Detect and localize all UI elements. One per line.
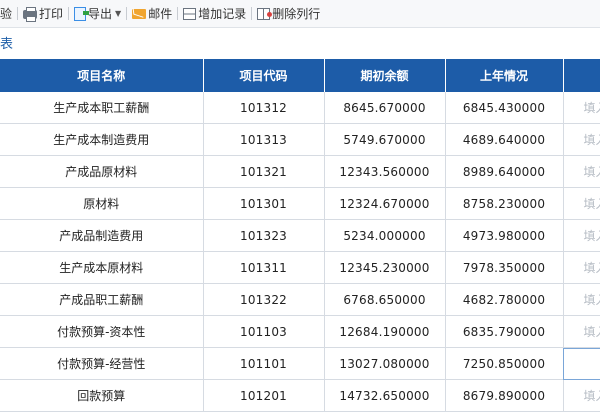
- export-button[interactable]: 导出 ▼: [74, 0, 121, 27]
- cell-opening-balance[interactable]: 5234.000000: [324, 219, 446, 252]
- mail-button[interactable]: 邮件: [132, 0, 172, 27]
- delete-column-label: 删除列行: [272, 7, 321, 21]
- header-extra[interactable]: [563, 59, 600, 92]
- section-title: 表: [0, 37, 14, 52]
- table-row[interactable]: 回款预算 101201 14732.650000 8679.890000 填入: [0, 379, 600, 412]
- cell-item-code[interactable]: 101323: [203, 219, 325, 252]
- cell-fill-input[interactable]: 填入: [563, 219, 600, 252]
- cell-last-year[interactable]: 4682.780000: [445, 283, 564, 316]
- table-row[interactable]: 产成品职工薪酬 101322 6768.650000 4682.780000 填…: [0, 283, 600, 316]
- data-table: 项目名称 项目代码 期初余额 上年情况 生产成本职工薪酬 101312 8645…: [0, 59, 600, 412]
- cell-fill-input[interactable]: 填入: [563, 283, 600, 316]
- toolbar-divider: [17, 7, 19, 20]
- cell-last-year[interactable]: 4973.980000: [445, 219, 564, 252]
- cell-item-name[interactable]: 原材料: [0, 187, 204, 220]
- cell-item-code[interactable]: 101311: [203, 251, 325, 284]
- cell-item-name[interactable]: 产成品原材料: [0, 155, 204, 188]
- cell-item-code[interactable]: 101201: [203, 379, 325, 412]
- header-item-name[interactable]: 项目名称: [0, 59, 204, 92]
- cell-item-code[interactable]: 101322: [203, 283, 325, 316]
- cell-item-code[interactable]: 101101: [203, 347, 325, 380]
- toolbar-divider: [68, 7, 70, 20]
- cell-last-year[interactable]: 4689.640000: [445, 123, 564, 156]
- add-record-label: 增加记录: [198, 7, 247, 21]
- check-label: 验: [0, 7, 13, 21]
- print-button[interactable]: 打印: [23, 0, 63, 27]
- cell-opening-balance[interactable]: 12324.670000: [324, 187, 446, 220]
- table-row[interactable]: 生产成本职工薪酬 101312 8645.670000 6845.430000 …: [0, 92, 600, 124]
- cell-last-year[interactable]: 6845.430000: [445, 92, 564, 124]
- header-last-year[interactable]: 上年情况: [445, 59, 564, 92]
- mail-icon: [132, 9, 147, 19]
- cell-last-year[interactable]: 7250.850000: [445, 347, 564, 380]
- print-label: 打印: [39, 7, 64, 21]
- cell-item-name[interactable]: 产成品职工薪酬: [0, 283, 204, 316]
- cell-last-year[interactable]: 8758.230000: [445, 187, 564, 220]
- cell-item-name[interactable]: 付款预算-资本性: [0, 315, 204, 348]
- cell-item-name[interactable]: 产成品制造费用: [0, 219, 204, 252]
- header-opening-balance[interactable]: 期初余额: [324, 59, 446, 92]
- cell-opening-balance[interactable]: 13027.080000: [324, 347, 446, 380]
- cell-opening-balance[interactable]: 14732.650000: [324, 379, 446, 412]
- cell-fill-input[interactable]: 填入: [563, 379, 600, 412]
- cell-item-name[interactable]: 生产成本原材料: [0, 251, 204, 284]
- toolbar: 验 打印 导出 ▼ 邮件 增加记录 删除列行: [0, 0, 600, 28]
- cell-item-code[interactable]: 101103: [203, 315, 325, 348]
- cell-last-year[interactable]: 8989.640000: [445, 155, 564, 188]
- cell-opening-balance[interactable]: 5749.670000: [324, 123, 446, 156]
- cell-opening-balance[interactable]: 12345.230000: [324, 251, 446, 284]
- add-row-icon: [183, 8, 197, 20]
- export-icon: [74, 6, 90, 21]
- printer-icon: [23, 7, 38, 22]
- cell-opening-balance[interactable]: 12684.190000: [324, 315, 446, 348]
- mail-label: 邮件: [148, 7, 173, 21]
- cell-item-code[interactable]: 101301: [203, 187, 325, 220]
- table-row[interactable]: 生产成本制造费用 101313 5749.670000 4689.640000 …: [0, 123, 600, 156]
- table-row[interactable]: 生产成本原材料 101311 12345.230000 7978.350000 …: [0, 251, 600, 284]
- table-row[interactable]: 原材料 101301 12324.670000 8758.230000 填入: [0, 187, 600, 220]
- cell-item-name[interactable]: 付款预算-经营性: [0, 347, 204, 380]
- cell-opening-balance[interactable]: 12343.560000: [324, 155, 446, 188]
- cell-last-year[interactable]: 7978.350000: [445, 251, 564, 284]
- cell-item-code[interactable]: 101312: [203, 92, 325, 124]
- delete-column-icon: [257, 8, 273, 20]
- cell-opening-balance[interactable]: 6768.650000: [324, 283, 446, 316]
- delete-column-row-button[interactable]: 删除列行: [257, 0, 320, 27]
- check-button[interactable]: 验: [0, 0, 12, 27]
- table-row[interactable]: 产成品原材料 101321 12343.560000 8989.640000 填…: [0, 155, 600, 188]
- cell-fill-input-active[interactable]: [563, 347, 600, 380]
- cell-fill-input[interactable]: 填入: [563, 123, 600, 156]
- toolbar-divider: [126, 7, 128, 20]
- cell-fill-input[interactable]: 填入: [563, 92, 600, 124]
- cell-fill-input[interactable]: 填入: [563, 315, 600, 348]
- cell-item-name[interactable]: 生产成本职工薪酬: [0, 92, 204, 124]
- cell-last-year[interactable]: 8679.890000: [445, 379, 564, 412]
- table-row[interactable]: 付款预算-资本性 101103 12684.190000 6835.790000…: [0, 315, 600, 348]
- add-record-button[interactable]: 增加记录: [183, 0, 246, 27]
- table-header-row: 项目名称 项目代码 期初余额 上年情况: [0, 59, 600, 92]
- cell-last-year[interactable]: 6835.790000: [445, 315, 564, 348]
- cell-fill-input[interactable]: 填入: [563, 155, 600, 188]
- cell-item-name[interactable]: 生产成本制造费用: [0, 123, 204, 156]
- cell-opening-balance[interactable]: 8645.670000: [324, 92, 446, 124]
- table-row[interactable]: 产成品制造费用 101323 5234.000000 4973.980000 填…: [0, 219, 600, 252]
- caret-down-icon: ▼: [115, 9, 122, 18]
- cell-fill-input[interactable]: 填入: [563, 251, 600, 284]
- header-item-code[interactable]: 项目代码: [203, 59, 325, 92]
- toolbar-divider: [251, 7, 253, 20]
- cell-item-name[interactable]: 回款预算: [0, 379, 204, 412]
- table-row[interactable]: 付款预算-经营性 101101 13027.080000 7250.850000: [0, 347, 600, 380]
- cell-fill-input[interactable]: 填入: [563, 187, 600, 220]
- cell-item-code[interactable]: 101321: [203, 155, 325, 188]
- export-label: 导出: [88, 7, 113, 21]
- toolbar-divider: [177, 7, 179, 20]
- cell-item-code[interactable]: 101313: [203, 123, 325, 156]
